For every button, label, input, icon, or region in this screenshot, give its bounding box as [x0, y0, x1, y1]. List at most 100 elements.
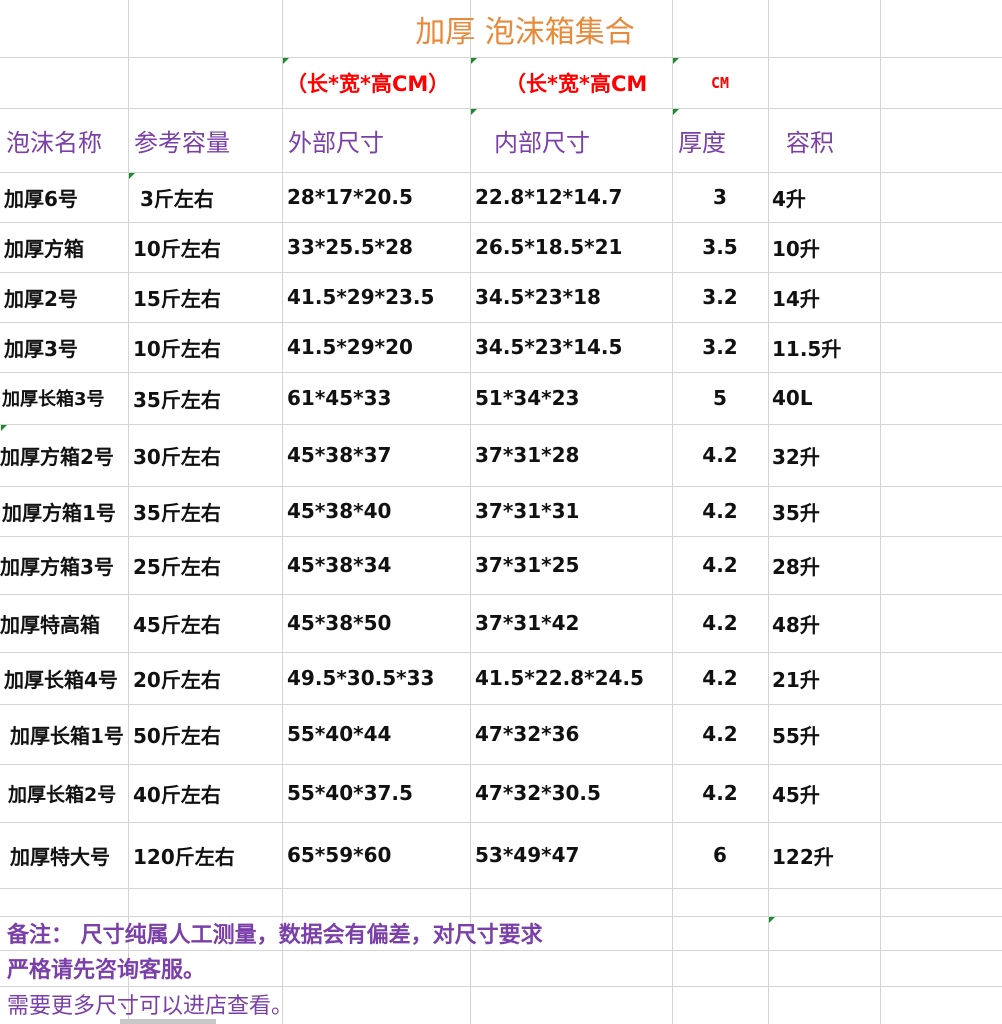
cell-volume[interactable]: 35升 — [768, 486, 880, 536]
header-volume[interactable]: 容积 — [768, 108, 880, 172]
cell-outer-size[interactable]: 49.5*30.5*33 — [282, 652, 470, 704]
cell-inner-size[interactable]: 34.5*23*18 — [470, 272, 672, 322]
cell-volume[interactable]: 48升 — [768, 594, 880, 652]
cell-name[interactable]: 加厚2号 — [0, 272, 78, 322]
note-line-2[interactable]: 严格请先咨询客服。 — [0, 950, 205, 986]
cell-volume[interactable]: 55升 — [768, 704, 880, 764]
cell-comment-indicator — [673, 58, 679, 64]
cell-thickness[interactable]: 3 — [672, 172, 768, 222]
cell-capacity[interactable]: 120斤左右 — [128, 822, 235, 888]
cell-capacity[interactable]: 50斤左右 — [128, 704, 221, 764]
column-gridline — [880, 0, 881, 1024]
cell-inner-size[interactable]: 37*31*28 — [470, 424, 672, 486]
cell-volume[interactable]: 45升 — [768, 764, 880, 822]
cell-thickness[interactable]: 3.2 — [672, 322, 768, 372]
cell-inner-size[interactable]: 37*31*31 — [470, 486, 672, 536]
cell-capacity[interactable]: 40斤左右 — [128, 764, 221, 822]
cell-inner-size[interactable]: 37*31*42 — [470, 594, 672, 652]
cell-volume[interactable]: 11.5升 — [768, 322, 880, 372]
cell-outer-size[interactable]: 61*45*33 — [282, 372, 470, 424]
thickness-unit-label[interactable]: CM — [711, 57, 729, 108]
cell-thickness[interactable]: 5 — [672, 372, 768, 424]
cell-thickness[interactable]: 4.2 — [672, 424, 768, 486]
cell-outer-size[interactable]: 55*40*44 — [282, 704, 470, 764]
cell-name[interactable]: 加厚长箱3号 — [0, 372, 105, 424]
cell-name[interactable]: 加厚6号 — [0, 172, 78, 222]
cell-inner-size[interactable]: 22.8*12*14.7 — [470, 172, 672, 222]
cell-thickness[interactable]: 6 — [672, 822, 768, 888]
cell-inner-size[interactable]: 47*32*36 — [470, 704, 672, 764]
header-name[interactable]: 泡沫名称 — [0, 108, 128, 172]
cell-thickness[interactable]: 3.2 — [672, 272, 768, 322]
cell-outer-size[interactable]: 45*38*37 — [282, 424, 470, 486]
cell-capacity[interactable]: 35斤左右 — [128, 372, 221, 424]
cell-outer-size[interactable]: 41.5*29*20 — [282, 322, 470, 372]
cell-comment-indicator — [673, 109, 679, 115]
spreadsheet: 加厚 泡沫箱集合 （长*宽*高CM） （长*宽*高CM CM 泡沫名称 参考容量外… — [0, 0, 1002, 1024]
cell-volume[interactable]: 21升 — [768, 652, 880, 704]
cell-capacity[interactable]: 25斤左右 — [128, 536, 221, 594]
cell-name[interactable]: 加厚方箱3号 — [0, 536, 114, 594]
cell-outer-size[interactable]: 55*40*37.5 — [282, 764, 470, 822]
horizontal-scrollbar[interactable] — [120, 1019, 216, 1024]
cell-capacity[interactable]: 45斤左右 — [128, 594, 221, 652]
cell-thickness[interactable]: 4.2 — [672, 764, 768, 822]
cell-thickness[interactable]: 4.2 — [672, 594, 768, 652]
note-line-3[interactable]: 需要更多尺寸可以进店查看。 — [0, 986, 293, 1022]
cell-comment-indicator — [129, 173, 135, 179]
header-outer-size[interactable]: 外部尺寸 — [282, 108, 470, 172]
cell-volume[interactable]: 14升 — [768, 272, 880, 322]
header-thickness[interactable]: 厚度 — [672, 108, 768, 172]
cell-outer-size[interactable]: 45*38*34 — [282, 536, 470, 594]
cell-capacity[interactable]: 30斤左右 — [128, 424, 221, 486]
cell-inner-size[interactable]: 26.5*18.5*21 — [470, 222, 672, 272]
sheet-title[interactable]: 加厚 泡沫箱集合 — [282, 0, 768, 57]
cell-name[interactable]: 加厚特大号 — [0, 822, 110, 888]
cell-volume[interactable]: 32升 — [768, 424, 880, 486]
cell-thickness[interactable]: 4.2 — [672, 536, 768, 594]
cell-capacity[interactable]: 20斤左右 — [128, 652, 221, 704]
cell-volume[interactable]: 10升 — [768, 222, 880, 272]
cell-outer-size[interactable]: 28*17*20.5 — [282, 172, 470, 222]
cell-outer-size[interactable]: 33*25.5*28 — [282, 222, 470, 272]
cell-name[interactable]: 加厚方箱 — [0, 222, 84, 272]
cell-volume[interactable]: 4升 — [768, 172, 880, 222]
cell-name[interactable]: 加厚方箱2号 — [0, 424, 114, 486]
cell-inner-size[interactable]: 53*49*47 — [470, 822, 672, 888]
outer-unit-label[interactable]: （长*宽*高CM） — [286, 57, 449, 108]
cell-capacity[interactable]: 15斤左右 — [128, 272, 221, 322]
cell-thickness[interactable]: 4.2 — [672, 486, 768, 536]
header-inner-size[interactable]: 内部尺寸 — [470, 108, 672, 172]
cell-name[interactable]: 加厚方箱1号 — [0, 486, 116, 536]
header-capacity[interactable]: 参考容量 — [128, 108, 282, 172]
cell-name[interactable]: 加厚特高箱 — [0, 594, 100, 652]
cell-comment-indicator — [769, 917, 775, 923]
inner-unit-label[interactable]: （长*宽*高CM — [505, 57, 647, 108]
cell-name[interactable]: 加厚长箱4号 — [0, 652, 118, 704]
cell-volume[interactable]: 122升 — [768, 822, 880, 888]
cell-inner-size[interactable]: 37*31*25 — [470, 536, 672, 594]
cell-inner-size[interactable]: 51*34*23 — [470, 372, 672, 424]
cell-outer-size[interactable]: 45*38*40 — [282, 486, 470, 536]
cell-name[interactable]: 加厚长箱2号 — [0, 764, 116, 822]
cell-thickness[interactable]: 4.2 — [672, 652, 768, 704]
note-line-1[interactable]: 备注： 尺寸纯属人工测量，数据会有偏差，对尺寸要求 — [0, 916, 543, 950]
cell-capacity[interactable]: 35斤左右 — [128, 486, 221, 536]
cell-outer-size[interactable]: 65*59*60 — [282, 822, 470, 888]
cell-thickness[interactable]: 3.5 — [672, 222, 768, 272]
cell-capacity[interactable]: 10斤左右 — [128, 322, 221, 372]
cell-name[interactable]: 加厚3号 — [0, 322, 78, 372]
cell-inner-size[interactable]: 41.5*22.8*24.5 — [470, 652, 672, 704]
cell-inner-size[interactable]: 47*32*30.5 — [470, 764, 672, 822]
cell-capacity[interactable]: 10斤左右 — [128, 222, 221, 272]
row-gridline — [0, 888, 1002, 889]
cell-volume[interactable]: 40L — [768, 372, 880, 424]
cell-outer-size[interactable]: 45*38*50 — [282, 594, 470, 652]
cell-name[interactable]: 加厚长箱1号 — [0, 704, 124, 764]
cell-volume[interactable]: 28升 — [768, 536, 880, 594]
cell-capacity[interactable]: 3斤左右 — [128, 172, 214, 222]
cell-comment-indicator — [283, 58, 289, 64]
cell-outer-size[interactable]: 41.5*29*23.5 — [282, 272, 470, 322]
cell-thickness[interactable]: 4.2 — [672, 704, 768, 764]
cell-inner-size[interactable]: 34.5*23*14.5 — [470, 322, 672, 372]
